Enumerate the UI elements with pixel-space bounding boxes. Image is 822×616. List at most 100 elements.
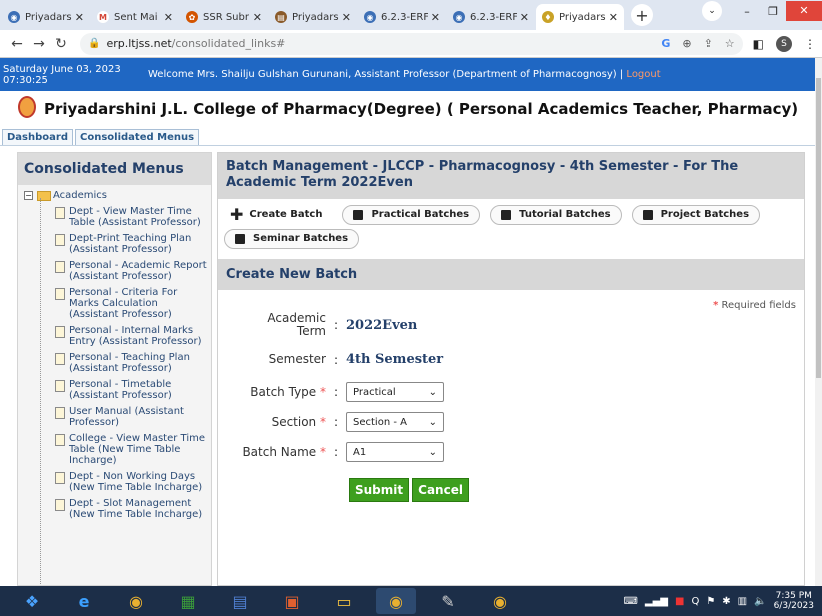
document-icon	[55, 472, 65, 484]
close-tab-icon[interactable]: ✕	[75, 11, 84, 24]
batch-type-label: Batch Type *	[218, 384, 326, 399]
tutorial-batches-button[interactable]: Tutorial Batches	[490, 205, 622, 225]
volume-icon[interactable]: 🔈	[754, 596, 766, 607]
sidebar-item-label: Personal - Internal Marks Entry (Assista…	[69, 325, 202, 347]
profile-avatar[interactable]: S	[776, 35, 792, 52]
menu-kebab-icon[interactable]: ⋮	[804, 37, 816, 51]
url-field[interactable]: 🔒 erp.ltjss.net/consolidated_links# G ⊕ …	[80, 32, 743, 55]
browser-tab[interactable]: ◉ 6.2.3-ERF ✕	[447, 4, 535, 30]
document-icon	[55, 234, 65, 246]
tab-dashboard[interactable]: Dashboard	[2, 129, 73, 145]
academic-term-value: 2022Even	[346, 317, 418, 333]
submit-button[interactable]: Submit	[349, 478, 410, 502]
keyboard-icon[interactable]: ⌨	[623, 596, 637, 607]
close-tab-icon[interactable]: ✕	[164, 11, 173, 24]
seminar-batches-button[interactable]: Seminar Batches	[224, 229, 360, 249]
new-tab-button[interactable]: +	[631, 4, 653, 26]
close-tab-icon[interactable]: ✕	[520, 11, 529, 24]
maximize-button[interactable]: ❐	[760, 5, 786, 18]
cancel-button[interactable]: Cancel	[412, 478, 469, 502]
reload-icon[interactable]: ↻	[50, 36, 72, 52]
logout-link[interactable]: Logout	[626, 69, 660, 80]
system-tray: ⌨ ▂▄▆ ■ Q ⚑ ✱ ▥ 🔈 7:35 PM 6/3/2023	[623, 591, 822, 611]
browser-tab-active[interactable]: ♦ Priyadars ✕	[536, 4, 624, 30]
close-window-button[interactable]: ✕	[786, 1, 822, 21]
batch-type-label-text: Batch Type	[250, 384, 317, 399]
browser-tab[interactable]: ✿ SSR Subr ✕	[180, 4, 268, 30]
bookmark-star-icon[interactable]: ☆	[725, 37, 735, 50]
zoom-icon[interactable]: ⊕	[682, 37, 691, 50]
document-icon	[55, 326, 65, 338]
chrome-icon[interactable]: ◉	[116, 588, 156, 614]
page-scrollbar[interactable]	[815, 58, 822, 586]
system-clock[interactable]: 7:35 PM 6/3/2023	[774, 591, 814, 611]
tab-label: SSR Subr	[203, 11, 249, 23]
create-new-batch-heading: Create New Batch	[218, 259, 804, 290]
collapse-icon[interactable]: −	[24, 191, 33, 200]
chrome-profile-icon[interactable]: ◉	[376, 588, 416, 614]
explorer-icon[interactable]: ▭	[324, 588, 364, 614]
colon: :	[333, 385, 339, 399]
sidebar-item[interactable]: Personal - Timetable (Assistant Professo…	[18, 377, 211, 404]
batch-type-select[interactable]: Practical ⌄	[346, 382, 444, 402]
section-select[interactable]: Section - A ⌄	[346, 412, 444, 432]
batch-name-select[interactable]: A1 ⌄	[346, 442, 444, 462]
scrollbar-thumb[interactable]	[816, 78, 821, 378]
page-title-bar: Priyadarshini J.L. College of Pharmacy(D…	[0, 91, 815, 127]
tab-label: Priyadars	[292, 11, 339, 23]
ie-icon[interactable]: e	[64, 588, 104, 614]
forward-icon[interactable]: →	[28, 36, 50, 52]
clock-time: 7:35 PM	[775, 591, 812, 601]
sidebar-item[interactable]: Personal - Academic Report (Assistant Pr…	[18, 258, 211, 285]
browser-tab[interactable]: ◉ 6.2.3-ERF ✕	[358, 4, 446, 30]
sidebar-item[interactable]: Dept - Non Working Days (New Time Table …	[18, 469, 211, 496]
minimize-button[interactable]: –	[734, 5, 760, 18]
sidebar-item[interactable]: Personal - Internal Marks Entry (Assista…	[18, 323, 211, 350]
practical-batches-button[interactable]: Practical Batches	[342, 205, 481, 225]
browser-tab[interactable]: ▤ Priyadars ✕	[269, 4, 357, 30]
close-tab-icon[interactable]: ✕	[342, 11, 351, 24]
tray-app-icon[interactable]: ■	[675, 596, 684, 607]
google-icon[interactable]: G	[661, 37, 670, 50]
practical-batches-label: Practical Batches	[371, 209, 470, 220]
tab-search-icon[interactable]: ⌄	[702, 1, 722, 21]
start-button[interactable]: ❖	[12, 588, 52, 614]
sidebar-item[interactable]: Personal - Teaching Plan (Assistant Prof…	[18, 350, 211, 377]
create-batch-button[interactable]: ✚ Create Batch	[224, 205, 332, 225]
network-icon[interactable]: ▥	[738, 596, 747, 607]
browser-tab[interactable]: ◉ Priyadars ✕	[2, 4, 90, 30]
sidebar-item[interactable]: Dept - Slot Management (New Time Table I…	[18, 496, 211, 523]
sidepanel-icon[interactable]: ◧	[753, 37, 764, 51]
sidebar-item-label: User Manual (Assistant Professor)	[69, 406, 184, 428]
paint-icon[interactable]: ✎	[428, 588, 468, 614]
colon: :	[333, 415, 339, 429]
sidebar-item[interactable]: Dept-Print Teaching Plan (Assistant Prof…	[18, 231, 211, 258]
sidebar-item[interactable]: User Manual (Assistant Professor)	[18, 404, 211, 431]
sidebar-item[interactable]: College - View Master Time Table (New Ti…	[18, 431, 211, 469]
excel-icon[interactable]: ▦	[168, 588, 208, 614]
search-tray-icon[interactable]: Q	[691, 596, 699, 607]
semester-label: Semester	[268, 352, 326, 366]
project-batches-button[interactable]: Project Batches	[631, 205, 761, 225]
back-icon[interactable]: ←	[6, 36, 28, 52]
chrome-icon-2[interactable]: ◉	[480, 588, 520, 614]
share-icon[interactable]: ⇪	[704, 37, 713, 50]
batch-type-row: Batch Type * : Practical ⌄	[218, 382, 478, 402]
tree-root-academics[interactable]: − Academics	[18, 185, 211, 204]
tab-consolidated-menus[interactable]: Consolidated Menus	[75, 129, 200, 145]
sidebar-item[interactable]: Personal - Criteria For Marks Calculatio…	[18, 285, 211, 323]
close-tab-icon[interactable]: ✕	[431, 11, 440, 24]
section-selected: Section - A	[353, 416, 407, 428]
close-tab-icon[interactable]: ✕	[609, 11, 618, 24]
clock-date: 6/3/2023	[773, 601, 814, 611]
document-icon	[55, 434, 65, 446]
section-row: Section * : Section - A ⌄	[218, 412, 478, 432]
powerpoint-icon[interactable]: ▣	[272, 588, 312, 614]
sidebar-item[interactable]: Dept - View Master Time Table (Assistant…	[18, 204, 211, 231]
sidebar-item-label: Personal - Academic Report (Assistant Pr…	[69, 260, 207, 282]
browser-tab[interactable]: M Sent Mai ✕	[91, 4, 179, 30]
word-icon[interactable]: ▤	[220, 588, 260, 614]
bluetooth-icon[interactable]: ✱	[722, 596, 730, 607]
flag-icon[interactable]: ⚑	[706, 596, 715, 607]
close-tab-icon[interactable]: ✕	[253, 11, 262, 24]
